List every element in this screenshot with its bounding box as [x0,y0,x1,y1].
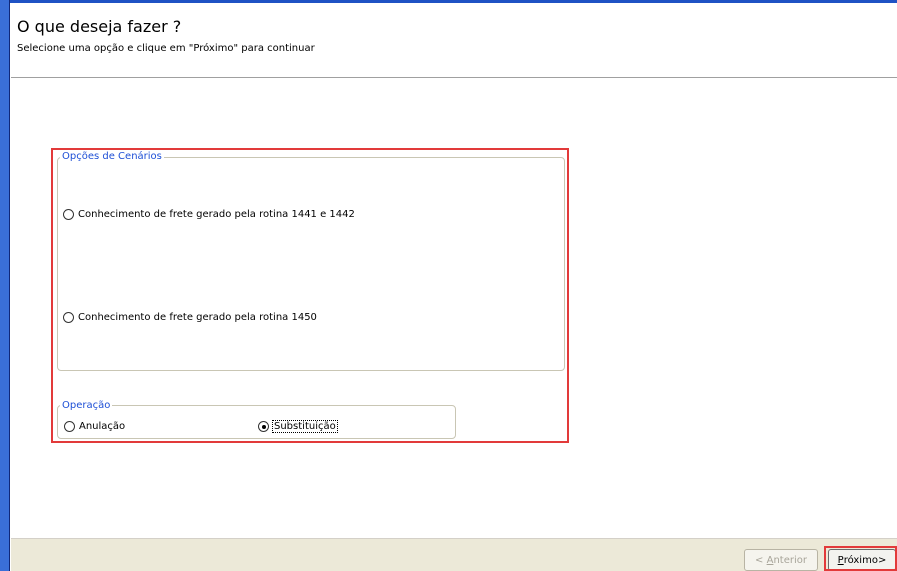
operacao-legend: Operação [60,400,113,411]
radio-cenario-1441-1442[interactable]: Conhecimento de frete gerado pela rotina… [63,209,355,220]
anterior-button-label: nterior [773,554,807,566]
cenarios-legend: Opções de Cenários [60,151,164,162]
radio-cenario-1450-label[interactable]: Conhecimento de frete gerado pela rotina… [78,312,317,323]
proximo-highlight-box [824,546,897,571]
wizard-header: O que deseja fazer ? Selecione uma opção… [11,3,897,77]
radio-icon[interactable] [63,312,74,323]
radio-selected-icon[interactable] [258,421,269,432]
radio-substituicao[interactable]: Substituição [258,420,338,433]
window-left-border [0,0,10,571]
radio-substituicao-label[interactable]: Substituição [272,420,338,433]
cenarios-groupbox [57,157,565,371]
anterior-button-access-key: A [766,554,774,566]
radio-anulacao-label[interactable]: Anulação [79,421,125,432]
page-subtitle: Selecione uma opção e clique em "Próximo… [17,43,315,54]
radio-icon[interactable] [63,209,74,220]
anterior-button[interactable]: < Anterior [744,549,818,571]
anterior-button-prefix: < [755,554,767,566]
radio-cenario-1441-1442-label[interactable]: Conhecimento de frete gerado pela rotina… [78,209,355,220]
radio-anulacao[interactable]: Anulação [64,421,125,432]
page-title: O que deseja fazer ? [17,17,182,36]
radio-icon[interactable] [64,421,75,432]
radio-cenario-1450[interactable]: Conhecimento de frete gerado pela rotina… [63,312,317,323]
header-divider [11,77,897,78]
